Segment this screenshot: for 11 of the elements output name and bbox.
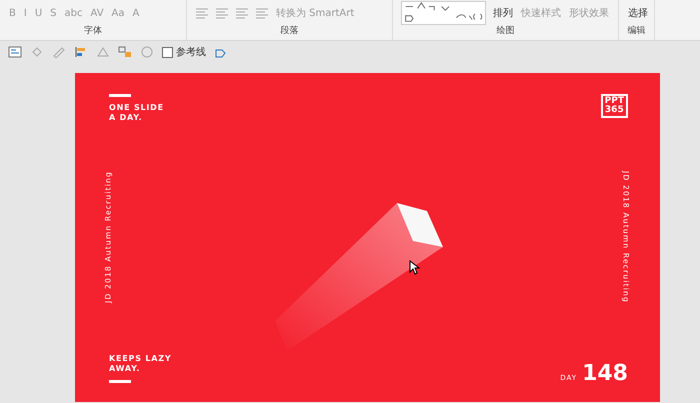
day-number: 148 xyxy=(582,361,628,386)
logo: PPT 365 xyxy=(600,94,628,118)
group-label: 字体 xyxy=(84,26,102,38)
slide-heading: KEEPS LAZY AWAY. xyxy=(109,354,172,374)
group-label: 段落 xyxy=(280,26,298,38)
ribbon-button[interactable]: 排列 xyxy=(492,6,514,20)
group-label: 编辑 xyxy=(628,26,646,38)
ribbon-button[interactable]: 选择 xyxy=(627,6,649,20)
slide-heading: ONE SLIDE A DAY. xyxy=(109,103,164,123)
group-label: 绘图 xyxy=(496,26,514,38)
guides-checkbox[interactable]: 参考线 xyxy=(162,45,206,59)
